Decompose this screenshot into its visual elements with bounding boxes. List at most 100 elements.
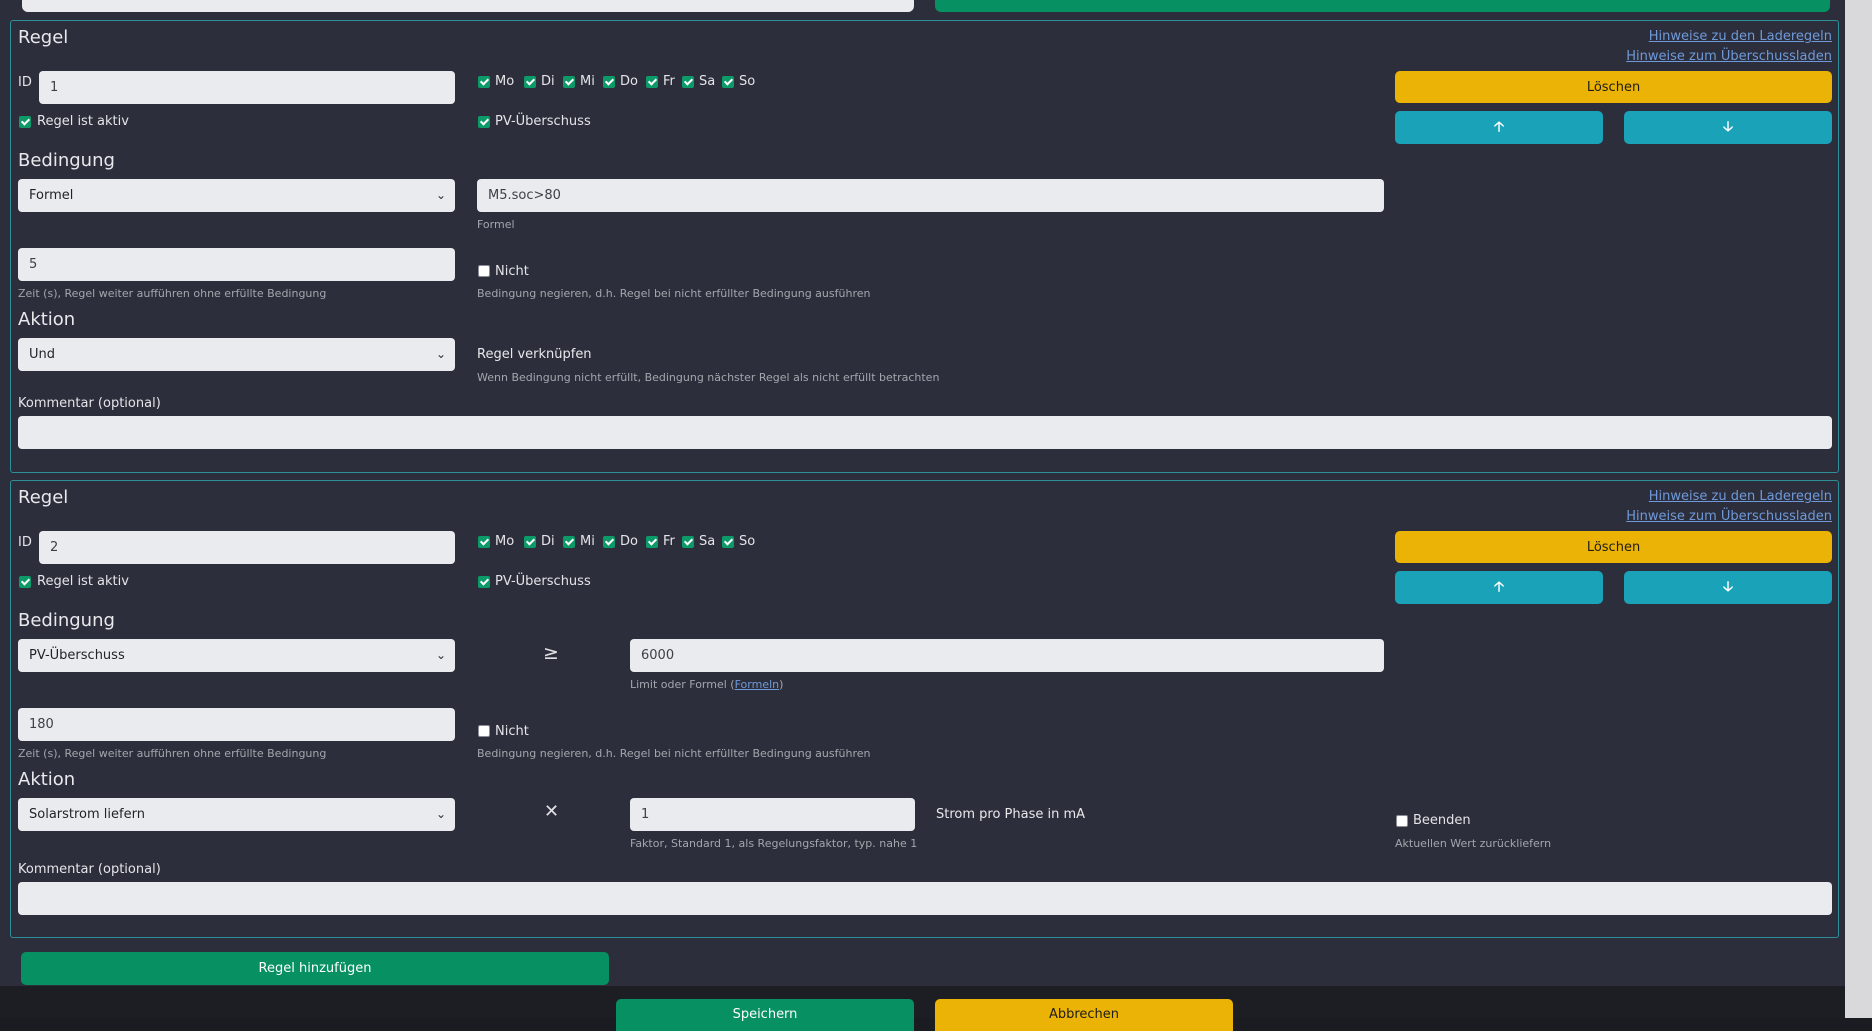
day-label-di: Di <box>541 534 555 549</box>
move-down-button[interactable]: 🡣 <box>1624 571 1832 604</box>
top-input-field[interactable] <box>22 0 914 12</box>
comment-label: Kommentar (optional) <box>18 862 161 877</box>
action-heading: Aktion <box>18 309 76 330</box>
not-label: Nicht <box>495 264 529 279</box>
checkbox-mi[interactable] <box>563 76 575 88</box>
chevron-down-icon: ⌄ <box>435 347 446 361</box>
move-down-button[interactable]: 🡣 <box>1624 111 1832 144</box>
link-rule-help: Wenn Bedingung nicht erfüllt, Bedingung … <box>477 371 940 384</box>
time-input[interactable]: 5 <box>18 248 455 281</box>
formula-input[interactable]: M5.soc>80 <box>477 179 1384 212</box>
condition-select-value: Formel <box>29 188 74 203</box>
formeln-link[interactable]: Formeln <box>735 678 780 691</box>
id-label: ID <box>18 75 32 90</box>
checkbox-not[interactable] <box>478 265 490 277</box>
not-label: Nicht <box>495 724 529 739</box>
hint-link-ueberschuss[interactable]: Hinweise zum Überschussladen <box>1626 49 1832 64</box>
time-input[interactable]: 180 <box>18 708 455 741</box>
pv-surplus-label: PV-Überschuss <box>495 114 591 129</box>
rule-card-2: Regel Hinweise zu den Laderegeln Hinweis… <box>10 480 1839 938</box>
day-label-do: Do <box>620 74 638 89</box>
checkbox-rule-active[interactable] <box>19 116 31 128</box>
checkbox-not[interactable] <box>478 725 490 737</box>
save-button[interactable]: Speichern <box>616 999 914 1031</box>
checkbox-do[interactable] <box>603 76 615 88</box>
not-help: Bedingung negieren, d.h. Regel bei nicht… <box>477 747 871 760</box>
unit-label: Strom pro Phase in mA <box>936 807 1086 822</box>
chevron-down-icon: ⌄ <box>435 648 446 662</box>
comment-input[interactable] <box>18 882 1832 915</box>
day-label-do: Do <box>620 534 638 549</box>
checkbox-mo[interactable] <box>478 536 490 548</box>
action-select-value: Und <box>29 347 56 362</box>
top-green-button[interactable] <box>935 0 1830 12</box>
limit-input[interactable]: 6000 <box>630 639 1384 672</box>
action-select-value: Solarstrom liefern <box>29 807 145 822</box>
checkbox-do[interactable] <box>603 536 615 548</box>
checkbox-mi[interactable] <box>563 536 575 548</box>
finish-label: Beenden <box>1413 813 1471 828</box>
checkbox-di[interactable] <box>524 76 536 88</box>
day-label-so: So <box>739 534 756 549</box>
delete-button[interactable]: Löschen <box>1395 71 1832 103</box>
checkbox-fr[interactable] <box>646 536 658 548</box>
day-label-sa: Sa <box>699 534 716 549</box>
checkbox-so[interactable] <box>722 76 734 88</box>
condition-select[interactable]: Formel ⌄ <box>18 179 455 212</box>
multiply-icon: ✕ <box>544 801 560 822</box>
move-up-button[interactable]: 🡡 <box>1395 111 1603 144</box>
finish-help: Aktuellen Wert zurückliefern <box>1395 837 1552 850</box>
delete-button[interactable]: Löschen <box>1395 531 1832 563</box>
day-label-mo: Mo <box>495 74 515 89</box>
not-help: Bedingung negieren, d.h. Regel bei nicht… <box>477 287 871 300</box>
checkbox-pv-surplus[interactable] <box>478 576 490 588</box>
rule-active-label: Regel ist aktiv <box>37 574 129 589</box>
action-select[interactable]: Und ⌄ <box>18 338 455 371</box>
chevron-down-icon: ⌄ <box>435 807 446 821</box>
id-input[interactable]: 1 <box>39 71 455 104</box>
checkbox-so[interactable] <box>722 536 734 548</box>
day-label-mo: Mo <box>495 534 515 549</box>
hint-link-laderegeln[interactable]: Hinweise zu den Laderegeln <box>1649 29 1832 44</box>
checkbox-pv-surplus[interactable] <box>478 116 490 128</box>
formula-help: Formel <box>477 218 515 231</box>
chevron-down-icon: ⌄ <box>435 188 446 202</box>
limit-help-text: Limit oder Formel ( <box>630 678 735 691</box>
bottom-bar: Speichern Abbrechen <box>0 986 1845 1031</box>
condition-heading: Bedingung <box>18 610 115 631</box>
add-rule-button[interactable]: Regel hinzufügen <box>21 952 609 985</box>
checkbox-sa[interactable] <box>682 536 694 548</box>
comment-input[interactable] <box>18 416 1832 449</box>
limit-help-suffix: ) <box>779 678 784 691</box>
greater-equal-operator: ≥ <box>543 642 559 664</box>
checkbox-sa[interactable] <box>682 76 694 88</box>
rule-active-label: Regel ist aktiv <box>37 114 129 129</box>
checkbox-finish[interactable] <box>1396 815 1408 827</box>
time-help: Zeit (s), Regel weiter aufführen ohne er… <box>18 287 327 300</box>
link-rule-label: Regel verknüpfen <box>477 347 592 362</box>
time-help: Zeit (s), Regel weiter aufführen ohne er… <box>18 747 327 760</box>
action-select[interactable]: Solarstrom liefern ⌄ <box>18 798 455 831</box>
checkbox-di[interactable] <box>524 536 536 548</box>
id-label: ID <box>18 535 32 550</box>
move-up-button[interactable]: 🡡 <box>1395 571 1603 604</box>
day-label-fr: Fr <box>663 534 675 549</box>
rule-card-1: Regel Hinweise zu den Laderegeln Hinweis… <box>10 20 1839 473</box>
checkbox-mo[interactable] <box>478 76 490 88</box>
checkbox-fr[interactable] <box>646 76 658 88</box>
day-label-di: Di <box>541 74 555 89</box>
day-label-mi: Mi <box>580 534 595 549</box>
hint-link-laderegeln[interactable]: Hinweise zu den Laderegeln <box>1649 489 1832 504</box>
factor-help: Faktor, Standard 1, als Regelungsfaktor,… <box>630 837 918 850</box>
right-scroll-strip <box>1845 0 1872 1018</box>
cancel-button[interactable]: Abbrechen <box>935 999 1233 1031</box>
action-heading: Aktion <box>18 769 76 790</box>
page: Regel Hinweise zu den Laderegeln Hinweis… <box>0 0 1872 1031</box>
condition-select[interactable]: PV-Überschuss ⌄ <box>18 639 455 672</box>
hint-link-ueberschuss[interactable]: Hinweise zum Überschussladen <box>1626 509 1832 524</box>
day-label-fr: Fr <box>663 74 675 89</box>
id-input[interactable]: 2 <box>39 531 455 564</box>
factor-input[interactable]: 1 <box>630 798 915 831</box>
checkbox-rule-active[interactable] <box>19 576 31 588</box>
limit-help: Limit oder Formel (Formeln) <box>630 678 783 691</box>
